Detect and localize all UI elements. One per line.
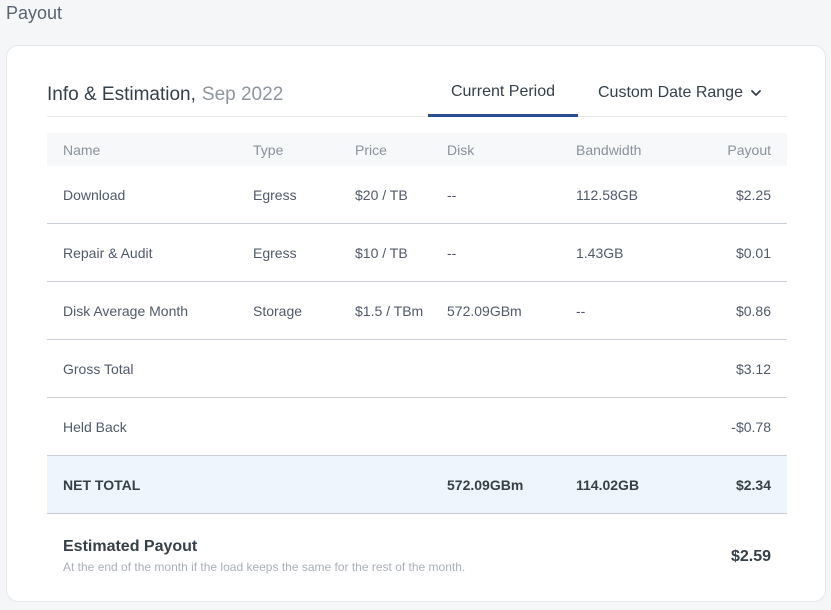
payout-table: Name Type Price Disk Bandwidth Payout Do… — [47, 133, 787, 514]
cell-payout: $2.25 — [735, 186, 771, 203]
cell-bandwidth: 114.02GB — [576, 476, 640, 493]
estimated-payout-title: Estimated Payout — [63, 538, 198, 555]
table-row-repair-audit: Repair & Audit Egress $10 / TB -- 1.43GB… — [47, 224, 787, 282]
table-row-gross-total: Gross Total $3.12 — [47, 340, 787, 398]
cell-price: $20 / TB — [355, 186, 408, 203]
header-price: Price — [355, 141, 387, 158]
cell-payout: $0.86 — [735, 302, 771, 319]
cell-name: Held Back — [63, 418, 127, 435]
cell-name: NET TOTAL — [63, 476, 141, 493]
cell-name: Gross Total — [63, 360, 134, 377]
cell-disk: 572.09GBm — [447, 476, 524, 493]
cell-disk: -- — [447, 186, 457, 203]
chevron-down-icon — [751, 90, 761, 96]
cell-bandwidth: 112.58GB — [576, 186, 639, 203]
cell-type: Storage — [253, 302, 303, 319]
cell-name: Disk Average Month — [63, 302, 189, 319]
table-row-held-back: Held Back -$0.78 — [47, 398, 787, 456]
header-name: Name — [63, 141, 101, 158]
tab-custom-date-range[interactable]: Custom Date Range — [598, 72, 763, 114]
cell-payout: $3.12 — [735, 360, 771, 377]
header-disk: Disk — [447, 141, 475, 158]
estimated-payout-value: $2.59 — [730, 548, 771, 565]
payout-card: Info & Estimation, Sep 2022 Current Perio… — [6, 45, 826, 602]
estimated-payout-subtitle: At the end of the month if the load keep… — [63, 560, 466, 574]
cell-disk: 572.09GBm — [447, 302, 522, 319]
table-row-disk-average: Disk Average Month Storage $1.5 / TBm 57… — [47, 282, 787, 340]
cell-price: $1.5 / TBm — [355, 302, 424, 319]
cell-bandwidth: 1.43GB — [576, 244, 624, 261]
cell-bandwidth: -- — [576, 302, 586, 319]
tab-current-period[interactable]: Current Period — [428, 72, 578, 117]
table-header-row: Name Type Price Disk Bandwidth Payout — [47, 133, 787, 166]
header-bandwidth: Bandwidth — [576, 141, 642, 158]
page-title: Payout — [6, 3, 63, 23]
cell-price: $10 / TB — [355, 244, 408, 261]
header-type: Type — [253, 141, 284, 158]
header-payout: Payout — [727, 141, 771, 158]
card-month: Sep 2022 — [201, 84, 284, 105]
cell-type: Egress — [253, 186, 297, 203]
tab-custom-date-range-label: Custom Date Range — [598, 84, 743, 101]
table-row-net-total: NET TOTAL 572.09GBm 114.02GB $2.34 — [47, 456, 787, 514]
card-title: Info & Estimation, Sep 2022 — [47, 84, 283, 106]
cell-payout: $2.34 — [735, 476, 771, 493]
cell-disk: -- — [447, 244, 457, 261]
cell-payout: -$0.78 — [731, 418, 771, 435]
cell-name: Repair & Audit — [63, 244, 153, 261]
cell-payout: $0.01 — [735, 244, 771, 261]
cell-type: Egress — [253, 244, 297, 261]
card-title-text: Info & Estimation, — [47, 84, 196, 105]
cell-name: Download — [63, 186, 126, 203]
estimated-payout-section: Estimated Payout At the end of the month… — [47, 526, 787, 586]
card-header: Info & Estimation, Sep 2022 Current Perio… — [47, 72, 787, 117]
table-row-download: Download Egress $20 / TB -- 112.58GB $2.… — [47, 166, 787, 224]
